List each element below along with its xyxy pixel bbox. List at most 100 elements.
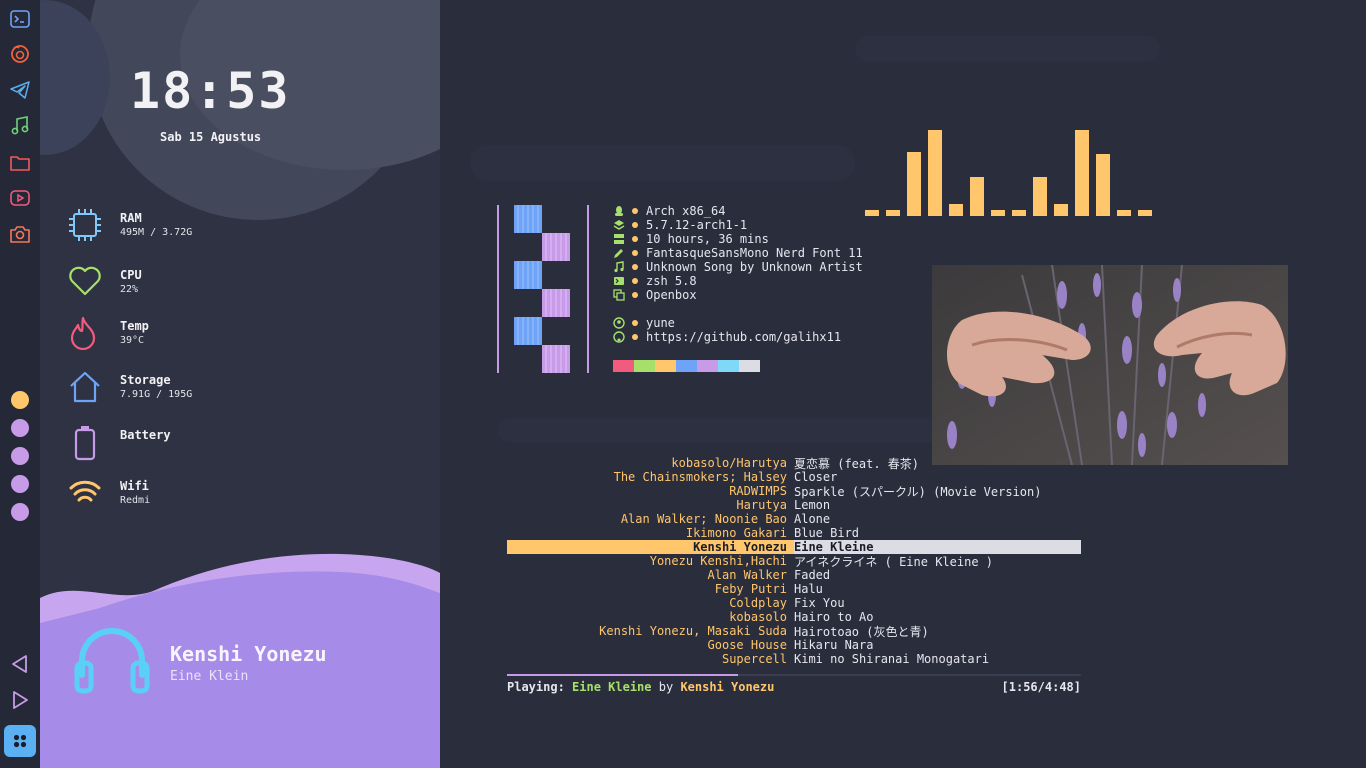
playlist-artist: kobasolo/Harutya <box>671 456 787 470</box>
fetch-divider <box>587 205 589 373</box>
playlist-artist: Feby Putri <box>714 582 787 596</box>
progress-fill <box>507 674 739 676</box>
now-playing-artist: Kenshi Yonezu <box>170 642 327 666</box>
heart-icon <box>68 265 104 301</box>
windows-icon <box>612 288 626 302</box>
stat-value: 22% <box>120 284 139 295</box>
visualizer-bar <box>907 152 921 216</box>
playlist-song: Blue Bird <box>794 526 860 540</box>
info-user: yune <box>612 316 863 330</box>
playlist-row[interactable]: Yonezu Kenshi,Hachi アイネクライネ ( Eine Kleine… <box>507 554 1081 569</box>
playlist-row[interactable]: Goose House Hikaru Nara <box>507 638 1081 652</box>
clock-date: Sab 15 Agustus <box>160 130 262 144</box>
app-launcher-button[interactable] <box>4 725 36 757</box>
pencil-icon <box>612 246 626 260</box>
playlist: kobasolo/Harutya 夏恋慕 (feat. 春茶) The Chains… <box>507 456 1081 666</box>
stat-value: 7.91G / 195G <box>120 389 193 400</box>
decorative-shape <box>855 36 1160 62</box>
server-icon <box>612 232 626 246</box>
music-note-icon[interactable] <box>8 114 32 138</box>
chip-icon <box>68 208 104 244</box>
previous-icon[interactable] <box>8 652 32 676</box>
playlist-song: Alone <box>794 512 831 526</box>
playlist-artist: Coldplay <box>729 596 787 610</box>
visualizer-bar <box>970 177 984 216</box>
music-icon <box>612 260 626 274</box>
playlist-artist: kobasolo <box>729 610 787 624</box>
visualizer-bar <box>949 204 963 216</box>
playlist-artist: Harutya <box>736 498 787 512</box>
playlist-song: アイネクライネ ( Eine Kleine ) <box>794 554 993 569</box>
playlist-row[interactable]: Harutya Lemon <box>507 498 1081 512</box>
visualizer-bar <box>865 210 879 216</box>
stat-storage: Storage 7.91G / 195G <box>68 370 368 410</box>
playlist-artist: Alan Walker; Noonie Bao <box>620 512 787 526</box>
visualizer-bar <box>1012 210 1026 216</box>
playlist-song: 夏恋慕 (feat. 春茶) <box>794 456 920 471</box>
workspace-indicator[interactable] <box>11 503 29 521</box>
status-artist: Kenshi Yonezu <box>680 680 775 694</box>
layers-icon <box>612 218 626 232</box>
play-icon[interactable] <box>8 688 32 712</box>
stat-value: Redmi <box>120 495 151 506</box>
firefox-icon[interactable] <box>8 42 32 66</box>
terminal-icon[interactable] <box>8 7 32 31</box>
palette-swatch <box>739 360 760 372</box>
playlist-artist: The Chainsmokers; Halsey <box>613 470 787 484</box>
folder-icon[interactable] <box>8 150 32 174</box>
playlist-song: Hikaru Nara <box>794 638 874 652</box>
system-info: Arch x86_64 5.7.12-arch1-1 10 hours, 36 … <box>612 204 863 344</box>
playlist-row[interactable]: kobasolo/Harutya 夏恋慕 (feat. 春茶) <box>507 456 1081 471</box>
logo-block <box>542 233 570 261</box>
stat-value: 495M / 3.72G <box>120 227 193 238</box>
home-icon <box>68 370 104 406</box>
github-link[interactable]: https://github.com/galihx11 <box>646 330 841 344</box>
playlist-row[interactable]: Ikimono Gakari Blue Bird <box>507 526 1081 540</box>
logo-block <box>514 261 542 289</box>
player-status: Playing: Eine Kleine by Kenshi Yonezu [1… <box>507 680 1081 694</box>
now-playing-title: Eine Klein <box>170 669 249 684</box>
camera-icon[interactable] <box>8 222 32 246</box>
github-icon <box>612 330 626 344</box>
playlist-song: Sparkle (スパークル) (Movie Version) <box>794 484 1042 499</box>
palette-swatch <box>613 360 634 372</box>
dock <box>0 0 40 768</box>
workspace-indicator[interactable] <box>11 391 29 409</box>
telegram-icon[interactable] <box>8 78 32 102</box>
workspace-indicator[interactable] <box>11 447 29 465</box>
playlist-artist: Ikimono Gakari <box>685 526 787 540</box>
workspace-indicator[interactable] <box>11 475 29 493</box>
playlist-row[interactable]: Kenshi Yonezu, Masaki Suda Hairotoao (灰色と… <box>507 624 1081 639</box>
playlist-row[interactable]: Supercell Kimi no Shiranai Monogatari <box>507 652 1081 666</box>
info-kernel: 5.7.12-arch1-1 <box>612 218 863 232</box>
logo-block <box>542 345 570 373</box>
logo-block <box>514 317 542 345</box>
status-prefix: Playing: <box>507 680 565 694</box>
playlist-row[interactable]: RADWIMPS Sparkle (スパークル) (Movie Version) <box>507 484 1081 499</box>
playlist-row[interactable]: Alan Walker; Noonie Bao Alone <box>507 512 1081 526</box>
decorative-shape <box>470 145 855 181</box>
album-art-photo <box>932 265 1288 465</box>
visualizer-bar <box>1096 154 1110 216</box>
status-time: [1:56/4:48] <box>1001 680 1081 694</box>
playlist-row[interactable]: Coldplay Fix You <box>507 596 1081 610</box>
info-music: Unknown Song by Unknown Artist <box>612 260 863 274</box>
stat-label: RAM <box>120 211 142 225</box>
playlist-row[interactable]: Alan Walker Faded <box>507 568 1081 582</box>
grid-icon <box>13 734 27 748</box>
playlist-artist: Supercell <box>721 652 787 666</box>
battery-icon <box>68 425 104 461</box>
stat-wifi: Wifi Redmi <box>68 476 368 516</box>
playlist-row[interactable]: Feby Putri Halu <box>507 582 1081 596</box>
visualizer-bar <box>991 210 1005 216</box>
workspace-indicator[interactable] <box>11 419 29 437</box>
fetch-divider <box>497 205 499 373</box>
youtube-icon[interactable] <box>8 186 32 210</box>
headphones-icon <box>74 625 150 695</box>
status-by: by <box>658 680 674 694</box>
playlist-song: Hairotoao (灰色と青) <box>794 624 929 639</box>
playlist-song: Faded <box>794 568 831 582</box>
palette-swatch <box>697 360 718 372</box>
stat-label: Storage <box>120 373 171 387</box>
